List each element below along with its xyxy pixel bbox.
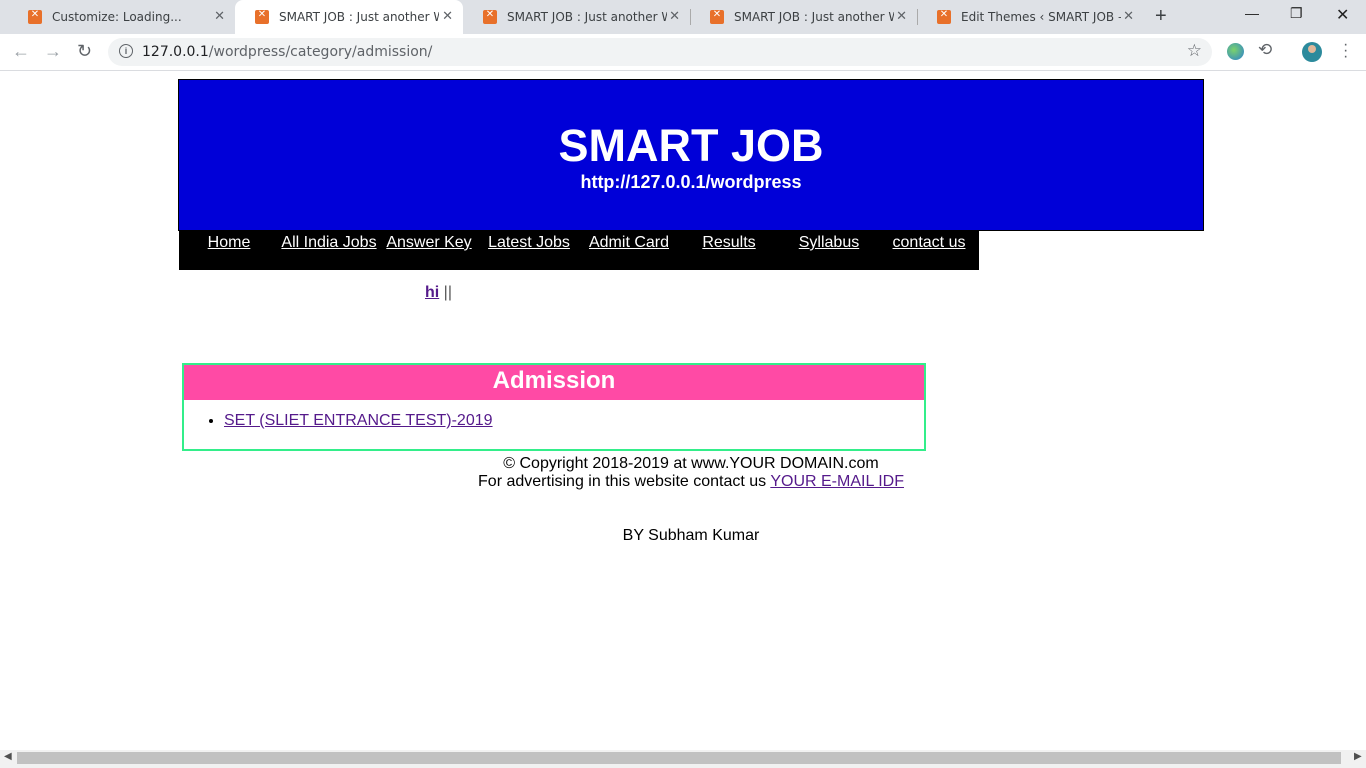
tab-title: SMART JOB : Just another WordPress site: [279, 10, 439, 24]
new-tab-icon[interactable]: +: [1155, 5, 1167, 28]
extension-globe-icon[interactable]: [1227, 43, 1244, 60]
site-title[interactable]: SMART JOB: [179, 123, 1203, 169]
tab-title: SMART JOB : Just another WordPress site: [734, 10, 894, 24]
url-text[interactable]: 127.0.0.1/wordpress/category/admission/: [142, 44, 432, 60]
horizontal-scrollbar[interactable]: ◀ ▶: [0, 750, 1366, 768]
xampp-favicon-icon: [255, 9, 269, 24]
restore-icon[interactable]: ❐: [1290, 5, 1303, 22]
back-icon[interactable]: ←: [12, 41, 30, 62]
main-nav: Home All India Jobs Answer Key Latest Jo…: [179, 231, 979, 270]
post-link[interactable]: SET (SLIET ENTRANCE TEST)-2019: [224, 412, 493, 429]
tab-title: Customize: Loading...: [52, 10, 182, 24]
nav-contact-us[interactable]: contact us: [879, 234, 979, 252]
xampp-favicon-icon: [710, 9, 724, 24]
hi-separator: ||: [443, 284, 452, 301]
advert-text: For advertising in this website contact …: [478, 473, 767, 490]
advert-line: For advertising in this website contact …: [178, 473, 1204, 491]
close-tab-icon[interactable]: ✕: [896, 9, 907, 24]
bookmark-star-icon[interactable]: ☆: [1187, 41, 1202, 61]
tab-title: SMART JOB : Just another WordPress site: [507, 10, 667, 24]
nav-latest-jobs[interactable]: Latest Jobs: [479, 234, 579, 252]
menu-icon[interactable]: · · ·: [1343, 37, 1348, 65]
minimize-icon[interactable]: —: [1245, 5, 1259, 21]
tab-3[interactable]: SMART JOB : Just another WordPress site …: [463, 0, 690, 34]
url-host: 127.0.0.1: [142, 44, 209, 60]
close-tab-icon[interactable]: ✕: [669, 9, 680, 24]
browser-toolbar: ← → ↻ i 127.0.0.1/wordpress/category/adm…: [0, 34, 1366, 71]
profile-avatar[interactable]: [1302, 42, 1322, 62]
tab-5[interactable]: Edit Themes ‹ SMART JOB — WordPress ✕: [917, 0, 1144, 34]
scroll-left-icon[interactable]: ◀: [4, 751, 12, 762]
close-tab-icon[interactable]: ✕: [1123, 9, 1134, 24]
history-icon[interactable]: ⟲: [1258, 40, 1272, 60]
nav-answer-key[interactable]: Answer Key: [379, 234, 479, 252]
close-window-icon[interactable]: ✕: [1336, 5, 1349, 25]
category-box: Admission SET (SLIET ENTRANCE TEST)-2019: [182, 363, 926, 451]
scroll-right-icon[interactable]: ▶: [1354, 751, 1362, 762]
tab-strip: Customize: Loading... ✕ SMART JOB : Just…: [0, 0, 1366, 34]
tab-title: Edit Themes ‹ SMART JOB — WordPress: [961, 10, 1121, 24]
nav-syllabus[interactable]: Syllabus: [779, 234, 879, 252]
nav-home[interactable]: Home: [179, 234, 279, 252]
tab-4[interactable]: SMART JOB : Just another WordPress site …: [690, 0, 917, 34]
forward-icon[interactable]: →: [44, 41, 62, 62]
info-icon[interactable]: i: [119, 44, 133, 58]
close-tab-icon[interactable]: ✕: [214, 9, 225, 24]
hi-link[interactable]: hi: [425, 284, 439, 301]
nav-all-india-jobs[interactable]: All India Jobs: [279, 234, 379, 252]
xampp-favicon-icon: [483, 9, 497, 24]
list-item: SET (SLIET ENTRANCE TEST)-2019: [224, 412, 924, 430]
scrollbar-thumb[interactable]: [17, 752, 1341, 764]
close-tab-icon[interactable]: ✕: [442, 9, 453, 24]
tab-2[interactable]: SMART JOB : Just another WordPress site …: [235, 0, 463, 34]
site-url: http://127.0.0.1/wordpress: [580, 172, 802, 192]
nav-results[interactable]: Results: [679, 234, 779, 252]
tab-1[interactable]: Customize: Loading... ✕: [8, 0, 235, 34]
post-list: SET (SLIET ENTRANCE TEST)-2019: [184, 412, 924, 430]
category-heading: Admission: [184, 365, 924, 400]
url-path: /wordpress/category/admission/: [208, 44, 433, 60]
reload-icon[interactable]: ↻: [77, 41, 92, 62]
site-header: SMART JOB http://127.0.0.1/wordpress: [178, 79, 1204, 231]
email-link[interactable]: YOUR E-MAIL IDF: [770, 473, 904, 490]
copyright-text: © Copyright 2018-2019 at www.YOUR DOMAIN…: [503, 455, 879, 472]
nav-admit-card[interactable]: Admit Card: [579, 234, 679, 252]
hi-row: hi ||: [425, 284, 452, 302]
address-bar[interactable]: i 127.0.0.1/wordpress/category/admission…: [108, 38, 1212, 66]
xampp-favicon-icon: [28, 9, 42, 24]
author-credit: BY Subham Kumar: [622, 527, 760, 544]
xampp-favicon-icon: [937, 9, 951, 24]
